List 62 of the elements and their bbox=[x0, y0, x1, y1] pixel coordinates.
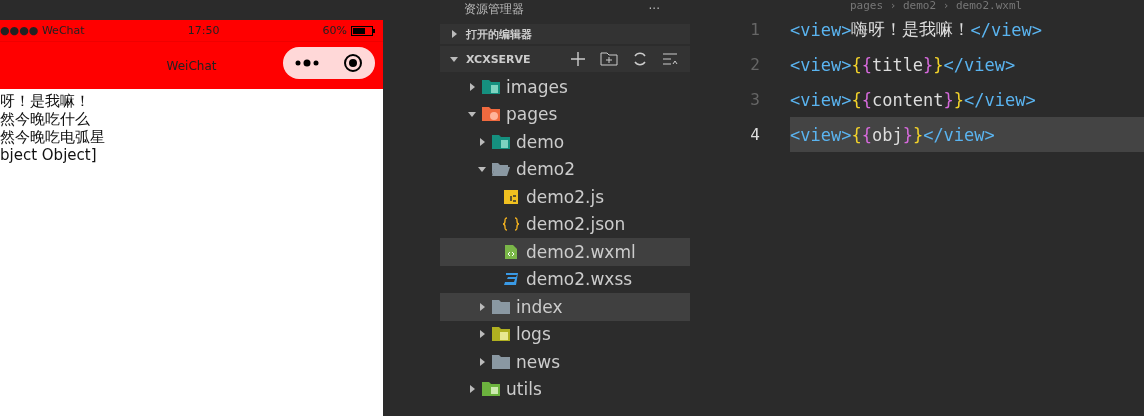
caret-icon bbox=[478, 330, 486, 339]
css-file-icon bbox=[502, 271, 520, 288]
tree-item[interactable]: demo2 bbox=[440, 155, 690, 183]
content-line: 呀！是我嘛！ bbox=[0, 92, 90, 110]
new-file-icon[interactable] bbox=[570, 51, 586, 67]
folder-icon bbox=[492, 298, 510, 315]
collapse-icon[interactable] bbox=[662, 51, 678, 67]
tree-item[interactable]: index bbox=[440, 293, 690, 321]
page-title: WeiChat bbox=[166, 58, 217, 73]
folder-icon bbox=[492, 326, 510, 343]
folder-icon bbox=[482, 78, 500, 95]
braces-icon bbox=[502, 216, 520, 233]
section-header[interactable]: 打开的编辑器 bbox=[440, 24, 690, 44]
open-folder-icon bbox=[492, 161, 510, 178]
refresh-icon[interactable] bbox=[632, 51, 648, 67]
capsule-button[interactable] bbox=[283, 47, 375, 79]
clock-text: 17:50 bbox=[187, 24, 220, 37]
caret-icon bbox=[450, 55, 458, 63]
line-number: 2 bbox=[749, 55, 761, 74]
tree-item[interactable]: pages bbox=[440, 100, 690, 128]
more-icon bbox=[295, 59, 319, 67]
caret-icon bbox=[450, 30, 458, 38]
close-icon bbox=[343, 53, 363, 73]
folder-icon bbox=[492, 133, 510, 150]
line-number: 3 bbox=[749, 90, 761, 109]
caret-icon bbox=[468, 385, 476, 394]
tree-item[interactable]: demo2.json bbox=[440, 210, 690, 238]
breadcrumb: pages › demo2 › demo2.wxml bbox=[850, 0, 1023, 12]
code-line: <view>嗨呀！是我嘛！</view> bbox=[790, 18, 1044, 42]
more-button[interactable]: ··· bbox=[648, 2, 660, 16]
tree-item[interactable]: news bbox=[440, 348, 690, 376]
tree-item[interactable]: demo2.js bbox=[440, 183, 690, 211]
new-folder-icon[interactable] bbox=[600, 51, 618, 67]
caret-icon bbox=[478, 137, 486, 146]
content-line: 然今晚吃电弧星 bbox=[0, 128, 105, 146]
folder-icon bbox=[482, 381, 500, 398]
code-line: <view>{{title}}</view> bbox=[790, 53, 1017, 77]
js-file-icon bbox=[502, 188, 520, 205]
tree-item[interactable]: logs bbox=[440, 320, 690, 348]
carrier-text: ●●●● WeChat bbox=[0, 24, 85, 37]
caret-icon bbox=[478, 165, 486, 174]
caret-icon bbox=[478, 357, 486, 366]
line-number: 1 bbox=[749, 20, 761, 39]
battery-text: 60% bbox=[322, 24, 347, 37]
tree-item[interactable]: demo2.wxss bbox=[440, 265, 690, 293]
code-line: <view>{{content}}</view> bbox=[790, 88, 1037, 112]
code-file-icon bbox=[502, 243, 520, 260]
folder-icon bbox=[492, 353, 510, 370]
tree-item[interactable]: images bbox=[440, 73, 690, 101]
content-line: bject Object] bbox=[0, 146, 97, 164]
tree-item[interactable]: demo bbox=[440, 128, 690, 156]
line-number: 4 bbox=[749, 125, 761, 144]
tree-item[interactable]: demo2.wxml bbox=[440, 238, 690, 266]
content-line: 然今晚吃什么 bbox=[0, 110, 90, 128]
panel-title: 资源管理器 bbox=[464, 0, 524, 18]
section-header[interactable]: XCXSERVE bbox=[440, 46, 690, 72]
caret-icon bbox=[468, 82, 476, 91]
folder-icon bbox=[482, 106, 500, 123]
battery-icon bbox=[351, 25, 375, 36]
caret-icon bbox=[478, 302, 486, 311]
tree-item[interactable]: utils bbox=[440, 375, 690, 403]
caret-icon bbox=[468, 110, 476, 119]
